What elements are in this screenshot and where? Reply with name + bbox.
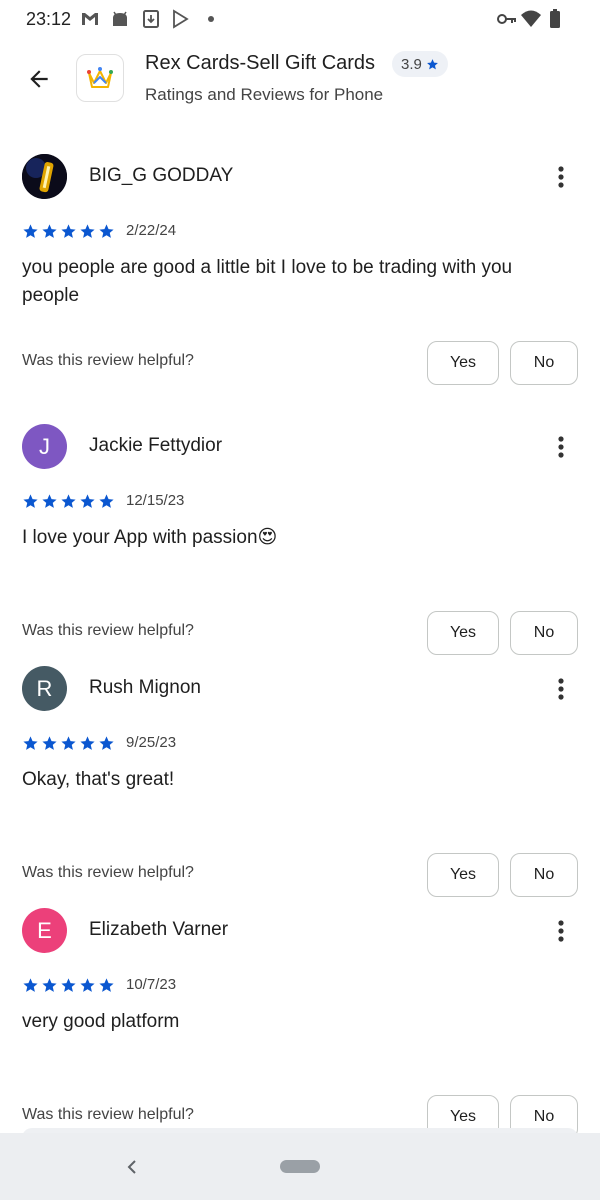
more-vert-icon	[558, 436, 564, 458]
more-vert-icon	[558, 920, 564, 942]
star-rating	[22, 223, 115, 240]
review-card: R Rush Mignon 9/25/23 Okay, that's great! Wa…	[0, 666, 600, 908]
status-time: 23:12	[26, 9, 72, 29]
helpful-yes-button[interactable]: Yes	[427, 611, 499, 655]
review-date: 12/15/23	[126, 492, 185, 509]
android-icon	[113, 11, 127, 26]
review-text: I love your App with passion😍	[22, 527, 278, 548]
avatar-photo	[22, 154, 67, 199]
avatar	[22, 154, 67, 199]
back-button[interactable]	[22, 62, 56, 96]
star-icon	[42, 224, 57, 238]
crown-icon	[87, 67, 113, 88]
wifi-icon	[521, 10, 541, 27]
more-options-button[interactable]	[550, 914, 572, 948]
star-icon	[42, 494, 57, 508]
review-text: Okay, that's great!	[22, 769, 175, 790]
star-icon	[61, 224, 76, 238]
star-icon	[99, 736, 114, 750]
play-store-icon	[173, 9, 189, 29]
star-icon	[23, 736, 38, 750]
more-vert-icon	[558, 166, 564, 188]
star-icon	[42, 978, 57, 992]
star-icon	[99, 978, 114, 992]
star-icon	[23, 494, 38, 508]
reviewer-name: Jackie Fettydior	[89, 435, 223, 456]
helpful-question: Was this review helpful?	[22, 864, 194, 881]
more-options-button[interactable]	[550, 672, 572, 706]
reviewer-name: Elizabeth Varner	[89, 919, 229, 940]
nav-back-button[interactable]	[122, 1155, 142, 1179]
app-icon[interactable]	[76, 54, 124, 102]
avatar: R	[22, 666, 67, 711]
nav-home-pill[interactable]	[280, 1160, 320, 1173]
app-header: Rex Cards-Sell Gift Cards 3.9 Ratings an…	[0, 40, 600, 130]
page-subtitle: Ratings and Reviews for Phone	[145, 85, 384, 104]
gmail-icon	[82, 13, 98, 25]
star-icon	[99, 494, 114, 508]
helpful-question: Was this review helpful?	[22, 352, 194, 369]
star-icon	[426, 58, 438, 69]
dot-icon	[208, 16, 214, 22]
more-vert-icon	[558, 678, 564, 700]
helpful-no-button[interactable]: No	[510, 341, 578, 385]
helpful-no-button[interactable]: No	[510, 611, 578, 655]
avatar-letter: R	[36, 675, 53, 701]
app-title: Rex Cards-Sell Gift Cards	[145, 52, 376, 74]
review-card: BIG_G GODDAY 2/22/24 you people are good a…	[0, 154, 600, 396]
more-options-button[interactable]	[550, 160, 572, 194]
avatar: E	[22, 908, 67, 953]
star-icon	[23, 224, 38, 238]
status-bar: 23:12	[0, 0, 600, 40]
rating-value: 3.9	[401, 55, 422, 73]
star-rating	[22, 735, 115, 752]
reviewer-name: Rush Mignon	[89, 677, 201, 698]
star-rating	[22, 977, 115, 994]
review-date: 2/22/24	[126, 222, 177, 239]
review-card: E Elizabeth Varner 10/7/23 very good platfo…	[0, 908, 600, 1150]
helpful-question: Was this review helpful?	[22, 622, 194, 639]
vpn-key-icon	[497, 14, 516, 24]
more-options-button[interactable]	[550, 430, 572, 464]
helpful-no-button[interactable]: No	[510, 853, 578, 897]
avatar: J	[22, 424, 67, 469]
battery-icon	[550, 9, 560, 28]
avatar-letter: E	[37, 917, 52, 943]
reviewer-name: BIG_G GODDAY	[89, 165, 234, 186]
star-icon	[61, 494, 76, 508]
star-icon	[61, 978, 76, 992]
download-icon	[143, 10, 159, 28]
avatar-letter: J	[39, 433, 50, 459]
star-rating	[22, 493, 115, 510]
review-card: J Jackie Fettydior 12/15/23 I love your App…	[0, 424, 600, 666]
chevron-left-icon	[127, 1160, 136, 1174]
review-text: very good platform	[22, 1011, 180, 1032]
star-icon	[61, 736, 76, 750]
star-icon	[80, 736, 95, 750]
star-icon	[42, 736, 57, 750]
arrow-back-icon	[30, 70, 48, 88]
star-icon	[80, 978, 95, 992]
helpful-yes-button[interactable]: Yes	[427, 341, 499, 385]
system-nav-bar	[0, 1133, 600, 1200]
star-icon	[23, 978, 38, 992]
star-icon	[80, 494, 95, 508]
helpful-question: Was this review helpful?	[22, 1106, 194, 1123]
review-date: 10/7/23	[126, 976, 177, 993]
helpful-yes-button[interactable]: Yes	[427, 853, 499, 897]
star-icon	[99, 224, 114, 238]
star-icon	[80, 224, 95, 238]
rating-badge: 3.9	[392, 51, 448, 77]
review-text: you people are good a little bit I love …	[22, 257, 513, 306]
review-date: 9/25/23	[126, 734, 177, 751]
